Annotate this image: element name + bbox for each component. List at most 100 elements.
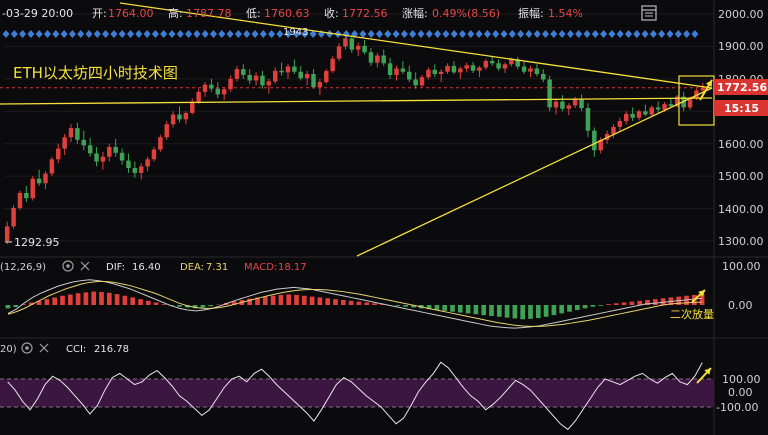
signal-diamond xyxy=(185,30,193,38)
signal-diamond xyxy=(533,30,541,38)
signal-diamond xyxy=(425,30,433,38)
candle-body xyxy=(298,71,303,79)
macd-dea-line xyxy=(7,280,702,327)
header-change: 0.49%(8.56) xyxy=(432,7,500,20)
header-open: 1764.00 xyxy=(108,7,154,20)
signal-diamond xyxy=(342,30,350,38)
candle-body xyxy=(100,156,106,162)
candle-body xyxy=(547,79,552,108)
price-axis: 2000.00 1900.00 1800.00 1700.00 1600.00 … xyxy=(718,8,764,248)
candle-body xyxy=(215,88,221,95)
settings-icon[interactable] xyxy=(21,342,33,354)
macd-dif: 16.40 xyxy=(132,262,161,273)
close-icon[interactable] xyxy=(80,261,90,271)
cci-band xyxy=(0,379,714,407)
cci-tick-100: 100.00 xyxy=(722,373,761,386)
close-icon[interactable] xyxy=(39,343,49,353)
candle-body xyxy=(292,66,297,72)
header-amplitude-label: 振幅: xyxy=(518,6,544,20)
signal-diamond xyxy=(608,30,616,38)
signal-diamond xyxy=(110,30,118,38)
candle-body xyxy=(304,73,310,79)
signal-diamond xyxy=(683,30,691,38)
signal-diamond xyxy=(226,30,234,38)
macd-tick-0: 0.00 xyxy=(728,299,753,312)
candle-body xyxy=(572,98,578,106)
macd-macd-label: MACD: xyxy=(244,262,277,273)
candle-body xyxy=(400,68,406,72)
candle-body xyxy=(579,98,584,109)
candle-body xyxy=(541,73,546,80)
candle-body xyxy=(521,66,527,72)
signal-diamond xyxy=(649,30,657,38)
signal-diamond xyxy=(658,30,666,38)
macd-dea-label: DEA: xyxy=(180,262,204,273)
candle-body xyxy=(611,126,616,134)
signal-diamond xyxy=(674,30,682,38)
eth-4h-chart[interactable]: -03-29 20:00 开: 1764.00 高: 1787.78 低: 17… xyxy=(0,0,768,435)
candle-body xyxy=(509,59,514,65)
candle-body xyxy=(387,63,393,75)
signal-diamond xyxy=(135,30,143,38)
signal-diamond xyxy=(467,30,475,38)
candle-body xyxy=(643,111,648,115)
signal-diamond xyxy=(558,30,566,38)
candle-body xyxy=(87,145,93,154)
settings-icon[interactable] xyxy=(62,260,74,272)
candle-body xyxy=(413,79,418,86)
candle-body xyxy=(164,124,169,138)
macd-tick-100: 100.00 xyxy=(722,260,761,273)
candle-body xyxy=(272,70,278,82)
signal-diamond xyxy=(77,30,85,38)
candle-body xyxy=(349,38,355,50)
signal-diamond xyxy=(27,30,35,38)
signal-diamond xyxy=(93,30,101,38)
candle-body xyxy=(81,139,87,146)
header-low: 1760.63 xyxy=(264,7,310,20)
candle-body xyxy=(489,61,495,64)
signal-diamond xyxy=(625,30,632,38)
signal-diamond xyxy=(641,30,649,38)
candle-body xyxy=(11,207,16,227)
price-tick-1500: 1500.00 xyxy=(718,170,764,183)
signal-diamond xyxy=(218,30,226,38)
candle-body xyxy=(132,168,138,173)
calendar-icon[interactable] xyxy=(641,5,657,21)
macd-bars xyxy=(5,279,705,329)
signal-diamond xyxy=(666,30,674,38)
candle-body xyxy=(241,69,246,75)
candle-body xyxy=(470,65,476,71)
header-open-label: 开: xyxy=(92,7,107,20)
chart-screen: -03-29 20:00 开: 1764.00 高: 1787.78 低: 17… xyxy=(0,0,768,435)
candle-body xyxy=(279,70,284,73)
candle-body xyxy=(158,137,163,150)
candle-body xyxy=(496,63,501,69)
candle-body xyxy=(585,108,591,131)
signal-diamond xyxy=(409,30,417,38)
candle-body xyxy=(368,52,374,63)
candle-body xyxy=(566,105,572,109)
signal-diamond xyxy=(616,30,624,38)
candle-body xyxy=(419,77,425,86)
candle-body xyxy=(438,71,444,74)
signal-diamond xyxy=(566,30,574,38)
candle-body xyxy=(649,107,654,115)
candle-body xyxy=(49,159,55,174)
macd-dea: 7.31 xyxy=(206,262,228,273)
cci-value: 216.78 xyxy=(94,344,129,355)
candle-body xyxy=(43,173,48,184)
candle-body xyxy=(170,114,176,125)
candle-body xyxy=(343,38,348,47)
candle-body xyxy=(483,61,489,68)
signal-diamonds xyxy=(2,30,699,38)
current-price: 1772.56 xyxy=(717,81,767,94)
macd-dif-label: DIF: xyxy=(106,262,125,273)
annotation-title: ETH以太坊四小时技术图 xyxy=(13,64,178,82)
signal-diamond xyxy=(160,30,168,38)
candle-body xyxy=(662,104,667,110)
candle-body xyxy=(445,65,450,72)
header-close-label: 收: xyxy=(324,6,339,20)
candle-body xyxy=(24,193,29,199)
candle-body xyxy=(592,130,597,151)
signal-diamond xyxy=(500,30,508,38)
